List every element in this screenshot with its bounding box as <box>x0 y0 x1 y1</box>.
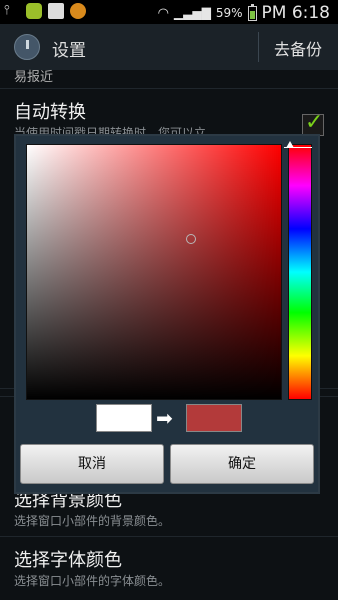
color-picker-dialog: ➡ 取消 确定 <box>14 134 320 494</box>
wifi-icon: ◠ <box>157 5 169 21</box>
usb-icon: ⫯ <box>4 3 10 18</box>
signal-icon: ▁▃▅▇ <box>173 6 211 20</box>
font-color-title[interactable]: 选择字体颜色 <box>14 546 122 572</box>
clock: PM 6:18 <box>261 3 331 23</box>
clock-app-icon[interactable] <box>14 34 40 60</box>
chat-icon <box>26 3 42 19</box>
battery-icon <box>247 3 257 21</box>
page-title: 设置 <box>52 41 86 61</box>
hue-marker-line <box>284 147 312 148</box>
auto-switch-title[interactable]: 自动转换 <box>14 98 86 124</box>
auto-switch-checkbox[interactable] <box>302 110 324 136</box>
battery-percent: 59% <box>215 6 243 20</box>
action-bar: 设置 去备份 <box>0 24 338 71</box>
ok-button[interactable]: 确定 <box>170 444 314 484</box>
saturation-value-picker[interactable] <box>26 144 282 400</box>
sv-cursor[interactable] <box>186 234 196 244</box>
gallery-icon <box>48 3 64 19</box>
backup-button[interactable]: 去备份 <box>274 36 322 60</box>
status-bar: ⫯ ◠ ▁▃▅▇ 59% PM 6:18 <box>0 0 338 24</box>
hue-slider[interactable] <box>288 144 312 400</box>
font-color-subtitle: 选择窗口小部件的字体颜色。 <box>14 574 171 588</box>
bg-color-subtitle: 选择窗口小部件的背景颜色。 <box>14 514 171 528</box>
divider <box>0 536 338 537</box>
dialog-button-row: 取消 确定 <box>16 442 318 492</box>
cancel-button[interactable]: 取消 <box>20 444 164 484</box>
app-icon <box>70 3 86 19</box>
divider <box>0 88 338 89</box>
arrow-right-icon: ➡ <box>156 406 173 430</box>
old-color-swatch <box>96 404 152 432</box>
action-divider <box>258 32 259 62</box>
section-header: 易报近 <box>14 70 54 85</box>
new-color-swatch <box>186 404 242 432</box>
